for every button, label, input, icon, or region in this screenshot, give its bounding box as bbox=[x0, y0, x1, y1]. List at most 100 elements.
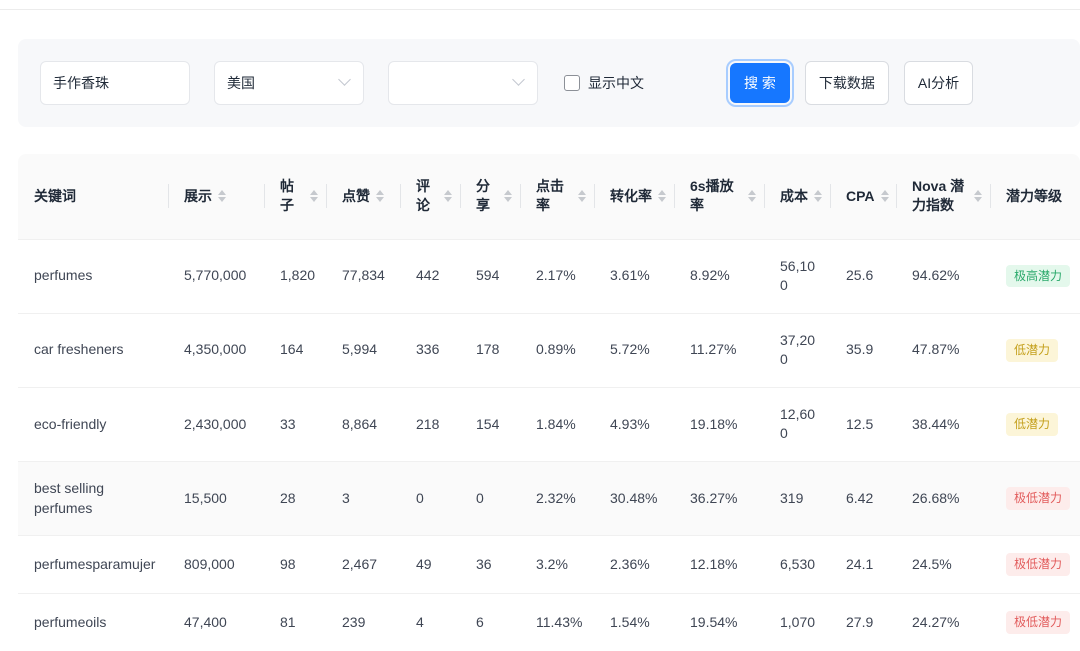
potential-badge: 极低潜力 bbox=[1006, 611, 1071, 634]
metric-cell: 47,400 bbox=[168, 593, 264, 651]
metric-cell: 5.72% bbox=[594, 312, 674, 388]
column-header-cpa[interactable]: CPA bbox=[830, 154, 896, 239]
sort-icon[interactable] bbox=[748, 190, 756, 203]
category-select[interactable] bbox=[388, 61, 538, 105]
keyword-cell: car fresheners bbox=[18, 312, 168, 388]
metric-cell: 36.27% bbox=[674, 461, 764, 536]
metric-cell: 30.48% bbox=[594, 461, 674, 536]
potential-badge: 极低潜力 bbox=[1006, 487, 1071, 511]
column-header-cvr[interactable]: 转化率 bbox=[594, 154, 674, 239]
table-row: best selling perfumes 15,500 28 3 0 0 2.… bbox=[18, 461, 1080, 536]
metric-cell: 49 bbox=[400, 535, 460, 594]
metric-cell: 3.2% bbox=[520, 535, 594, 594]
metric-cell: 2.17% bbox=[520, 238, 594, 314]
column-header-comments[interactable]: 评论 bbox=[400, 154, 460, 239]
potential-badge: 低潜力 bbox=[1006, 413, 1059, 436]
table-row: eco-friendly 2,430,000 33 8,864 218 154 … bbox=[18, 386, 1080, 462]
metric-cell: 4.93% bbox=[594, 386, 674, 462]
metric-cell: 809,000 bbox=[168, 535, 264, 594]
top-divider bbox=[0, 0, 1080, 10]
column-header-shares[interactable]: 分享 bbox=[460, 154, 520, 239]
sort-icon[interactable] bbox=[218, 190, 226, 203]
table-row: car fresheners 4,350,000 164 5,994 336 1… bbox=[18, 312, 1080, 388]
metric-cell: 98 bbox=[264, 535, 326, 594]
metric-cell: 2.36% bbox=[594, 535, 674, 594]
sort-icon[interactable] bbox=[814, 190, 822, 203]
metric-cell: 5,994 bbox=[326, 312, 400, 388]
metric-cell: 239 bbox=[326, 593, 400, 651]
potential-badge: 极低潜力 bbox=[1006, 553, 1071, 577]
potential-level-cell: 极低潜力 bbox=[990, 461, 1080, 536]
sort-icon[interactable] bbox=[376, 190, 384, 203]
sort-icon[interactable] bbox=[880, 190, 889, 203]
download-data-button[interactable]: 下载数据 bbox=[804, 61, 889, 105]
chevron-down-icon bbox=[340, 78, 350, 88]
checkbox-icon[interactable] bbox=[564, 75, 580, 91]
metric-cell: 0 bbox=[460, 461, 520, 536]
search-button[interactable]: 搜 索 bbox=[726, 59, 794, 107]
metric-cell: 5,770,000 bbox=[168, 238, 264, 314]
chevron-down-icon bbox=[514, 78, 524, 88]
column-header-keyword: 关键词 bbox=[18, 154, 168, 239]
metric-cell: 154 bbox=[460, 386, 520, 462]
column-header-cost[interactable]: 成本 bbox=[764, 154, 830, 239]
metric-cell: 19.18% bbox=[674, 386, 764, 462]
column-header-likes[interactable]: 点赞 bbox=[326, 154, 400, 239]
metric-cell: 8,864 bbox=[326, 386, 400, 462]
metric-cell: 94.62% bbox=[896, 238, 990, 314]
show-chinese-toggle[interactable]: 显示中文 bbox=[564, 73, 644, 93]
metric-cell: 218 bbox=[400, 386, 460, 462]
metric-cell: 12.18% bbox=[674, 535, 764, 594]
potential-level-cell: 极低潜力 bbox=[990, 535, 1080, 594]
metric-cell: 3.61% bbox=[594, 238, 674, 314]
sort-icon[interactable] bbox=[658, 190, 666, 203]
keyword-cell: eco-friendly bbox=[18, 386, 168, 462]
metric-cell: 24.27% bbox=[896, 593, 990, 651]
metric-cell: 1.84% bbox=[520, 386, 594, 462]
metric-cell: 164 bbox=[264, 312, 326, 388]
metric-cell: 0 bbox=[400, 461, 460, 536]
keyword-input[interactable] bbox=[40, 61, 190, 105]
metric-cell: 4,350,000 bbox=[168, 312, 264, 388]
potential-badge: 极高潜力 bbox=[1006, 264, 1071, 288]
filter-panel: 美国 显示中文 搜 索 下载数据 AI分析 bbox=[18, 39, 1080, 127]
metric-cell: 38.44% bbox=[896, 386, 990, 462]
keyword-cell: best selling perfumes bbox=[18, 461, 168, 536]
metric-cell: 35.9 bbox=[830, 312, 896, 388]
metric-cell: 1.54% bbox=[594, 593, 674, 651]
keyword-cell: perfumesparamujer bbox=[18, 535, 168, 594]
table-row: perfumesparamujer 809,000 98 2,467 49 36… bbox=[18, 535, 1080, 594]
metric-cell: 2.32% bbox=[520, 461, 594, 536]
metric-cell: 11.27% bbox=[674, 312, 764, 388]
metric-cell: 6.42 bbox=[830, 461, 896, 536]
column-header-posts[interactable]: 帖子 bbox=[264, 154, 326, 239]
metric-cell: 37,200 bbox=[764, 312, 830, 388]
metric-cell: 1,070 bbox=[764, 593, 830, 651]
sort-icon[interactable] bbox=[504, 190, 512, 203]
metric-cell: 6,530 bbox=[764, 535, 830, 594]
column-header-impressions[interactable]: 展示 bbox=[168, 154, 264, 239]
sort-icon[interactable] bbox=[310, 190, 318, 203]
sort-icon[interactable] bbox=[578, 190, 586, 203]
column-header-potential-level: 潜力等级 bbox=[990, 154, 1080, 239]
column-header-nova-index[interactable]: Nova 潜力指数 bbox=[896, 154, 990, 239]
potential-level-cell: 极低潜力 bbox=[990, 593, 1080, 651]
sort-icon[interactable] bbox=[444, 190, 452, 203]
metric-cell: 8.92% bbox=[674, 238, 764, 314]
metric-cell: 442 bbox=[400, 238, 460, 314]
country-select[interactable]: 美国 bbox=[214, 61, 364, 105]
metric-cell: 3 bbox=[326, 461, 400, 536]
sort-icon[interactable] bbox=[974, 190, 982, 203]
keyword-cell: perfumeoils bbox=[18, 593, 168, 651]
metric-cell: 24.1 bbox=[830, 535, 896, 594]
metric-cell: 15,500 bbox=[168, 461, 264, 536]
table-row: perfumes 5,770,000 1,820 77,834 442 594 … bbox=[18, 238, 1080, 314]
country-select-value: 美国 bbox=[227, 75, 255, 91]
ai-analysis-button[interactable]: AI分析 bbox=[903, 61, 974, 105]
metric-cell: 2,467 bbox=[326, 535, 400, 594]
column-header-6s-play-rate[interactable]: 6s播放率 bbox=[674, 154, 764, 239]
metric-cell: 594 bbox=[460, 238, 520, 314]
potential-level-cell: 低潜力 bbox=[990, 312, 1080, 388]
metric-cell: 178 bbox=[460, 312, 520, 388]
column-header-ctr[interactable]: 点击率 bbox=[520, 154, 594, 239]
